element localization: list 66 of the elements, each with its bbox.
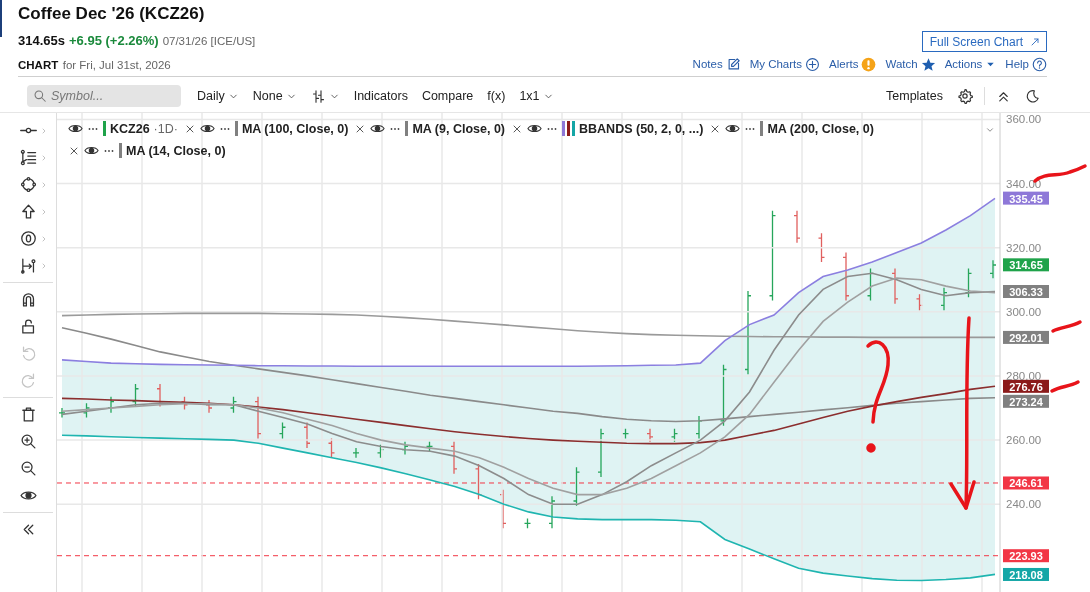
settings-icon (957, 88, 973, 104)
accent-bar (0, 0, 2, 37)
page-title: Coffee Dec '26 (KCZ26) (18, 3, 205, 25)
axis-tick-label: 300.00 (1006, 305, 1042, 318)
axis-tick-label: 360.00 (1006, 113, 1042, 126)
trash-icon[interactable] (19, 406, 37, 423)
price-tag: 276.76 (1003, 379, 1049, 393)
numbered-circle-icon[interactable] (19, 230, 37, 247)
quote-timestamp: 07/31/26 [ICE/US] (162, 34, 256, 47)
header-link[interactable]: My Charts (749, 56, 821, 72)
arrow-up-icon[interactable] (19, 203, 37, 220)
price-tag: 314.65 (1003, 258, 1049, 272)
price-change: +6.95 (+2.26%) (69, 32, 159, 48)
alert-icon (861, 56, 877, 72)
measure-icon[interactable] (19, 257, 37, 274)
axis-tick-label: 240.00 (1006, 498, 1042, 511)
chart-date: for Fri, Jul 31st, 2026 (62, 59, 171, 71)
price-tag: 306.33 (1003, 285, 1049, 298)
moon-icon (1025, 88, 1040, 104)
zoom-out-icon[interactable] (19, 460, 37, 477)
plus-circle-icon (805, 56, 821, 72)
legend-label: MA (9, Close, 0) (412, 121, 506, 136)
legend-label: BBANDS (50, 2, 0, ...) (579, 121, 704, 136)
list-tree-icon[interactable] (19, 149, 37, 166)
toolbar-button[interactable]: Indicators (346, 85, 415, 107)
price-tag: 292.01 (1003, 330, 1049, 344)
legend-label: MA (200, Close, 0) (767, 121, 874, 136)
pen-stroke (1051, 320, 1082, 333)
star-icon (920, 56, 936, 72)
interval-dropdown[interactable]: None (245, 85, 304, 107)
symbol-search-field[interactable]: Symbol... (27, 85, 181, 107)
axis-tick-label: 280.00 (1006, 369, 1042, 382)
axis-tick-label: 340.00 (1006, 177, 1042, 190)
pen-stroke (1050, 380, 1080, 393)
circle-handles-icon[interactable] (19, 176, 37, 193)
full-screen-button[interactable]: Full Screen Chart (921, 31, 1047, 52)
toolbar-button[interactable]: f(x) (480, 85, 513, 107)
legend-label: KCZ26 (110, 121, 150, 136)
chart-label: CHART (18, 59, 59, 71)
price-tag: 223.93 (1003, 549, 1049, 563)
header-link[interactable]: Actions (944, 58, 997, 70)
edit-icon (725, 56, 741, 72)
toolbar-button[interactable]: Compare (414, 85, 481, 107)
help-icon (1032, 56, 1047, 72)
price-tag: 218.08 (1003, 567, 1049, 581)
header-link[interactable]: Alerts (829, 56, 877, 72)
last-price: 314.65s (18, 32, 65, 48)
zoom-in-icon[interactable] (19, 433, 37, 450)
expand-arrow-icon (1029, 35, 1041, 48)
price-tag: 246.61 (1003, 476, 1049, 490)
search-icon (33, 89, 47, 103)
interval-dropdown[interactable]: Daily (190, 85, 246, 107)
bar-chart-type-icon (310, 88, 326, 104)
axis-tick-label: 260.00 (1006, 434, 1042, 447)
header-link[interactable]: Watch (885, 56, 936, 72)
axis-tick-label: 320.00 (1006, 241, 1042, 254)
legend-interval: ·1D· (153, 121, 178, 136)
price-tag: 335.45 (1003, 191, 1049, 205)
header-link[interactable]: Notes (692, 56, 741, 72)
legend-label: MA (100, Close, 0) (241, 121, 349, 136)
legend-label: MA (14, Close, 0) (126, 143, 226, 158)
header-link[interactable]: Help (1005, 56, 1047, 72)
interval-dropdown[interactable]: 1x1 (512, 85, 561, 107)
price-tag: 273.24 (1003, 394, 1049, 408)
unlock-icon[interactable] (19, 318, 37, 335)
toolbar-button[interactable]: Templates (879, 85, 950, 107)
